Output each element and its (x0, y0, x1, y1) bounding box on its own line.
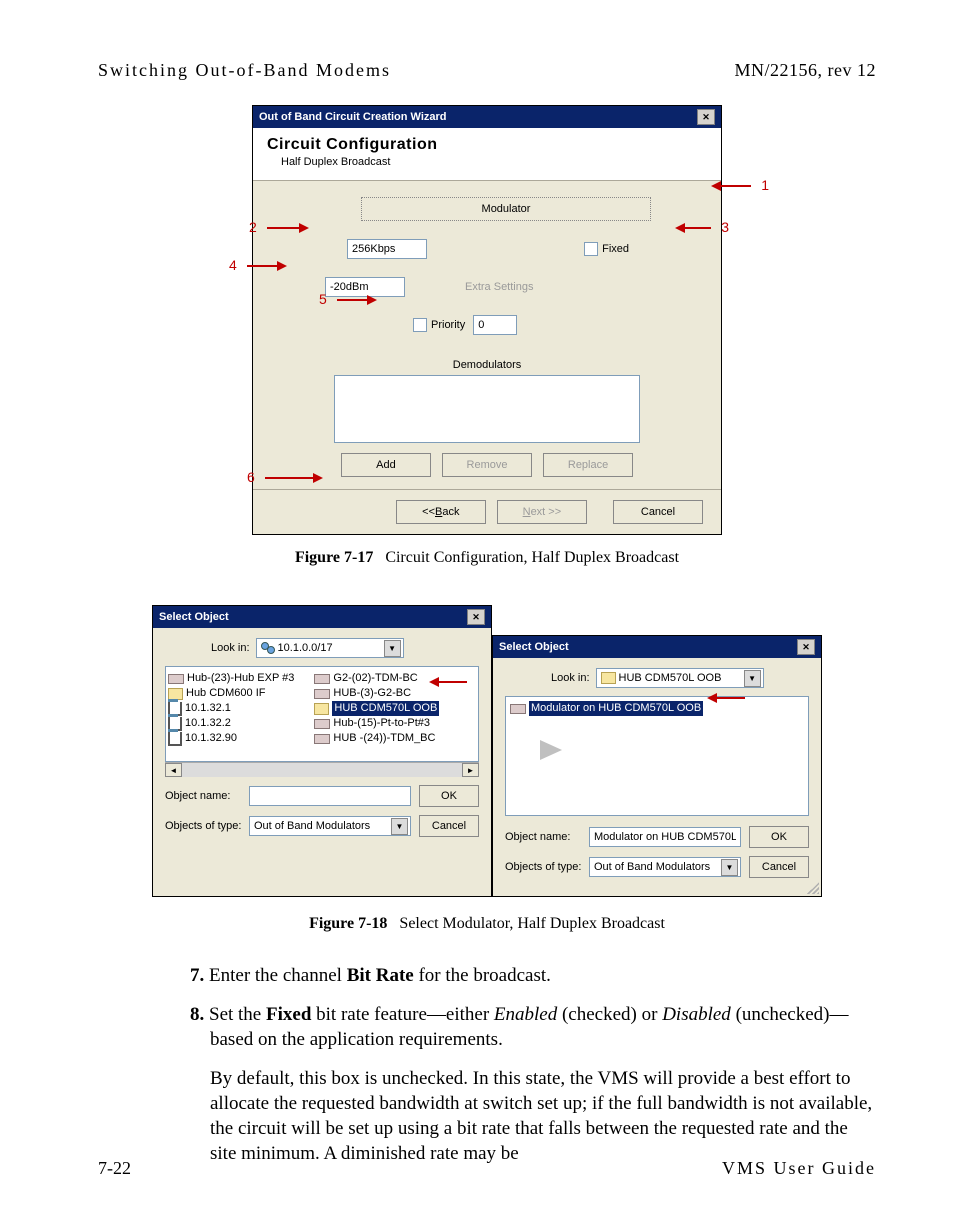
wizard-subheading: Half Duplex Broadcast (281, 156, 707, 168)
priority-label: Priority (431, 319, 465, 331)
list-item[interactable]: Modulator on HUB CDM570L OOB (510, 701, 804, 716)
ok-button[interactable]: OK (419, 785, 479, 807)
step-8-para2: By default, this box is unchecked. In th… (98, 1066, 876, 1166)
callout-4: 4 (229, 257, 237, 273)
ok-button[interactable]: OK (749, 826, 809, 848)
circuit-config-wizard: Out of Band Circuit Creation Wizard ✕ Ci… (252, 105, 722, 535)
list-item[interactable]: G2-(02)-TDM-BC (314, 671, 439, 686)
cancel-button[interactable]: Cancel (419, 815, 479, 837)
object-type-combo[interactable]: Out of Band Modulators ▼ (589, 857, 741, 877)
priority-checkbox[interactable] (413, 318, 427, 332)
callout-1: 1 (761, 177, 769, 193)
antenna-icon (168, 732, 182, 746)
list-item[interactable]: Hub CDM600 IF (168, 686, 294, 701)
demodulators-label: Demodulators (283, 359, 691, 371)
close-icon[interactable]: ✕ (467, 609, 485, 625)
bitrate-input[interactable] (347, 239, 427, 259)
object-name-label: Object name: (165, 790, 243, 802)
wizard-titlebar: Out of Band Circuit Creation Wizard ✕ (253, 106, 721, 128)
list-item[interactable]: HUB CDM570L OOB (314, 701, 439, 716)
device-icon (314, 689, 330, 699)
step-7-bold: Bit Rate (347, 965, 414, 986)
fixed-label: Fixed (602, 243, 629, 255)
folder-icon (601, 672, 616, 684)
list-item[interactable]: 10.1.32.90 (168, 731, 294, 746)
lookin-label: Look in: (211, 642, 250, 654)
list-item[interactable]: Hub-(23)-Hub EXP #3 (168, 671, 294, 686)
chevron-down-icon[interactable]: ▼ (721, 859, 738, 876)
list-item[interactable]: HUB-(3)-G2-BC (314, 686, 439, 701)
step-7-number: 7. (190, 965, 209, 986)
list-item[interactable]: Hub-(15)-Pt-to-Pt#3 (314, 716, 439, 731)
footer-right: VMS User Guide (722, 1158, 876, 1179)
step-8-number: 8. (190, 1004, 209, 1025)
next-button[interactable]: Next >> (497, 500, 587, 524)
device-icon (168, 674, 184, 684)
remove-button[interactable]: Remove (442, 453, 532, 477)
object-name-input[interactable] (589, 827, 741, 847)
list-item[interactable]: HUB -(24))-TDM_BC (314, 731, 439, 746)
callout-5: 5 (319, 291, 327, 307)
select-object-dialog-right: Select Object ✕ Look in: HUB CDM570L OOB… (492, 635, 822, 897)
cancel-button[interactable]: Cancel (749, 856, 809, 878)
select-right-title: Select Object (499, 641, 569, 653)
callout-3: 3 (721, 219, 729, 235)
priority-input[interactable] (473, 315, 517, 335)
lookin-combo[interactable]: 10.1.0.0/17 ▼ (256, 638, 404, 658)
horizontal-scrollbar[interactable]: ◄► (165, 762, 479, 777)
list-item[interactable]: 10.1.32.2 (168, 716, 294, 731)
demodulators-list[interactable] (334, 375, 640, 443)
figure-18-caption: Select Modulator, Half Duplex Broadcast (399, 915, 665, 932)
page-number: 7-22 (98, 1158, 131, 1179)
select-left-title: Select Object (159, 611, 229, 623)
select-object-dialog-left: Select Object ✕ Look in: 10.1.0.0/17 ▼ H… (152, 605, 492, 897)
close-icon[interactable]: ✕ (697, 109, 715, 125)
chevron-down-icon[interactable]: ▼ (391, 818, 408, 835)
add-button[interactable]: Add (341, 453, 431, 477)
step-7-pre: Enter the channel (209, 965, 347, 986)
network-icon (261, 642, 275, 654)
wizard-heading: Circuit Configuration (267, 136, 707, 154)
wizard-cancel-button[interactable]: Cancel (613, 500, 703, 524)
lookin-label: Look in: (551, 672, 590, 684)
list-item[interactable]: 10.1.32.1 (168, 701, 294, 716)
object-type-label: Objects of type: (165, 820, 243, 832)
object-type-combo[interactable]: Out of Band Modulators ▼ (249, 816, 411, 836)
lookin-combo[interactable]: HUB CDM570L OOB ▼ (596, 668, 764, 688)
figure-17-label: Figure 7-17 (295, 549, 373, 566)
figure-17-caption: Circuit Configuration, Half Duplex Broad… (385, 549, 679, 566)
header-right: MN/22156, rev 12 (735, 60, 877, 81)
replace-button[interactable]: Replace (543, 453, 633, 477)
arrow-right-icon (540, 740, 562, 760)
figure-18-label: Figure 7-18 (309, 915, 387, 932)
wizard-title: Out of Band Circuit Creation Wizard (259, 111, 447, 123)
chevron-down-icon[interactable]: ▼ (384, 640, 401, 657)
callout-2: 2 (249, 219, 257, 235)
device-icon (314, 719, 330, 729)
step-7-post: for the broadcast. (414, 965, 551, 986)
resize-grip-icon[interactable] (807, 882, 819, 894)
extra-settings-label[interactable]: Extra Settings (465, 281, 533, 293)
chevron-down-icon[interactable]: ▼ (744, 670, 761, 687)
object-type-label: Objects of type: (505, 861, 583, 873)
header-left: Switching Out-of-Band Modems (98, 60, 391, 81)
back-button[interactable]: << Back (396, 500, 486, 524)
fixed-checkbox[interactable] (584, 242, 598, 256)
close-icon[interactable]: ✕ (797, 639, 815, 655)
object-name-label: Object name: (505, 831, 583, 843)
modulator-button[interactable]: Modulator (361, 197, 651, 221)
device-icon (314, 734, 330, 744)
modulator-icon (510, 704, 526, 714)
object-name-input[interactable] (249, 786, 411, 806)
device-icon (314, 674, 330, 684)
callout-6: 6 (247, 469, 255, 485)
folder-icon (314, 703, 329, 715)
